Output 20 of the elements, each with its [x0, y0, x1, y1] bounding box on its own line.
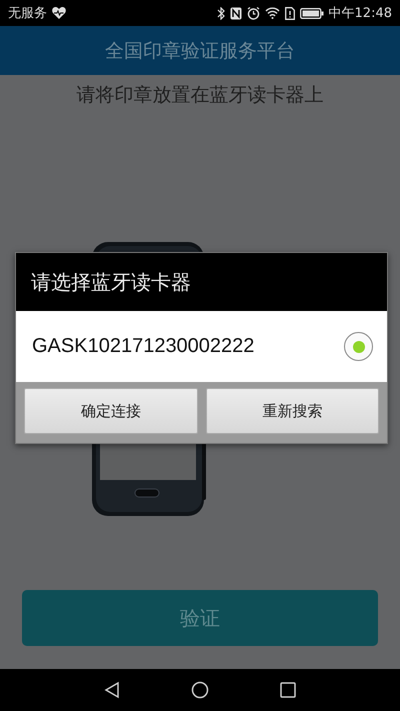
sim-icon — [284, 6, 295, 20]
dialog-button[interactable]: 确定连接 — [24, 388, 198, 434]
heart-icon — [52, 7, 66, 19]
alarm-icon — [246, 6, 260, 20]
instruction-text: 请将印章放置在蓝牙读卡器上 — [76, 84, 324, 106]
carrier-text: 无服务 — [8, 5, 47, 22]
recent-apps-icon[interactable] — [279, 681, 297, 699]
wifi-icon — [264, 7, 280, 19]
clock-text: 中午12:48 — [328, 5, 392, 22]
dialog-title: 请选择蓝牙读卡器 — [31, 268, 191, 296]
dialog-button[interactable]: 重新搜索 — [206, 388, 379, 434]
header-title: 全国印章验证服务平台 — [105, 38, 295, 64]
home-icon[interactable] — [191, 681, 209, 699]
nfc-icon — [230, 6, 242, 20]
device-item[interactable]: GASK102171230002222 — [16, 311, 387, 382]
bluetooth-icon — [216, 6, 225, 20]
battery-icon — [300, 8, 324, 18]
device-name: GASK102171230002222 — [32, 335, 254, 358]
radio-button[interactable] — [344, 332, 373, 361]
back-icon[interactable] — [103, 681, 121, 699]
